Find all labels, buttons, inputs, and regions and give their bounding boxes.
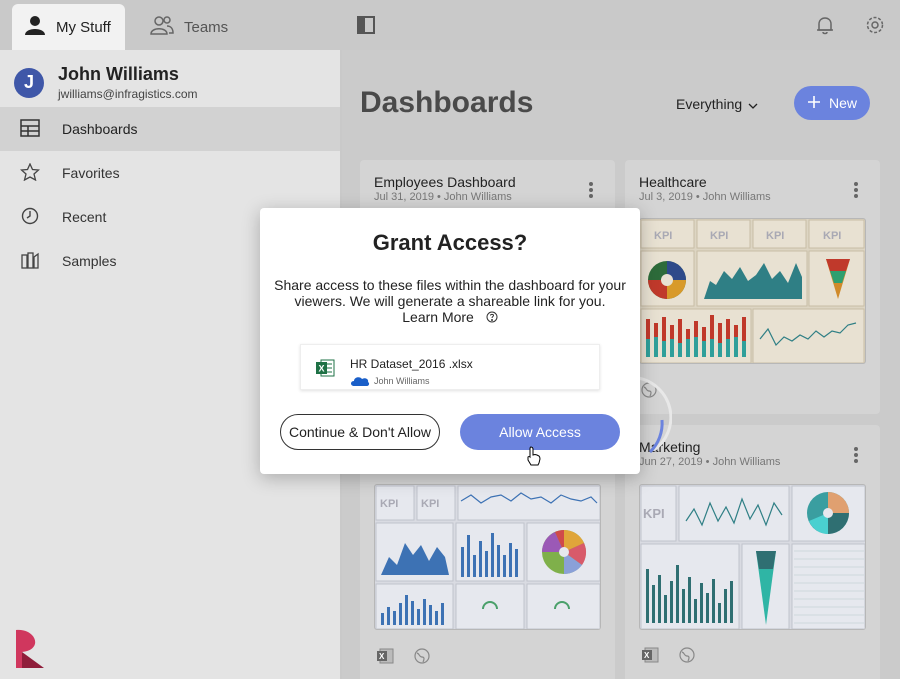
dialog-body: Share access to these files within the d… (272, 277, 628, 326)
learn-more-link[interactable]: Learn More (402, 309, 474, 325)
dialog-overlay: Grant Access? Share access to these file… (0, 0, 900, 679)
onedrive-icon (350, 374, 370, 392)
file-name: HR Dataset_2016 .xlsx (350, 357, 473, 371)
allow-access-button[interactable]: Allow Access (460, 414, 620, 450)
dialog-message: Share access to these files within the d… (274, 277, 626, 309)
help-icon[interactable] (486, 310, 498, 326)
continue-dont-allow-button[interactable]: Continue & Don't Allow (280, 414, 440, 450)
file-item: X HR Dataset_2016 .xlsx John Williams (300, 344, 600, 390)
grant-access-dialog: Grant Access? Share access to these file… (260, 208, 640, 474)
file-owner: John Williams (374, 376, 430, 386)
svg-text:X: X (319, 364, 325, 374)
hand-cursor-icon (526, 446, 542, 471)
dialog-title: Grant Access? (372, 230, 528, 255)
excel-icon: X (315, 359, 335, 382)
